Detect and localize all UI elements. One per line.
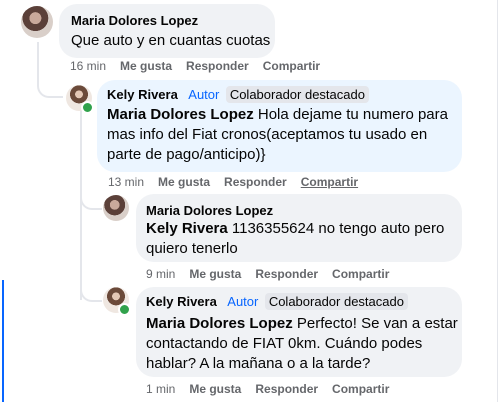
- comment-time[interactable]: 13 min: [108, 175, 144, 189]
- comment-author[interactable]: Kely Rivera: [146, 294, 217, 309]
- thread-curve-2: [80, 196, 102, 210]
- comment-text-line: contactando de FIAT 0km. Cuándo podes: [146, 335, 423, 352]
- reply-button[interactable]: Responder: [224, 175, 287, 189]
- comment-author[interactable]: Maria Dolores Lopez: [146, 203, 273, 218]
- mention-link[interactable]: Maria Dolores Lopez: [146, 315, 293, 332]
- reply-button[interactable]: Responder: [186, 59, 249, 73]
- online-status-indicator: [118, 303, 131, 316]
- comment-text-line: Perfecto! Se van a estar: [292, 315, 458, 332]
- comment-text-line: mas info del Fiat cronos(aceptamos tu us…: [107, 126, 428, 143]
- online-status-indicator: [81, 101, 94, 114]
- comment-text-line: Hola dejame tu numero para: [253, 106, 448, 123]
- comment-actions: 13 min Me gusta Responder Compartir: [108, 175, 358, 189]
- author-tag: Autor: [188, 87, 220, 102]
- comment-time[interactable]: 16 min: [70, 59, 106, 73]
- comment-text: Kely Rivera 1136355624 no tengo auto per…: [146, 219, 444, 259]
- top-contributor-badge: Colaborador destacado: [264, 293, 408, 310]
- like-button[interactable]: Me gusta: [189, 382, 241, 396]
- comment-text-line: hablar? A la mañana o a la tarde?: [146, 355, 371, 372]
- like-button[interactable]: Me gusta: [189, 267, 241, 281]
- thread-line-main: [37, 42, 39, 86]
- author-tag: Autor: [227, 294, 259, 309]
- thread-curve-1: [37, 84, 63, 98]
- like-button[interactable]: Me gusta: [120, 59, 172, 73]
- comment-author[interactable]: Kely Rivera: [107, 87, 178, 102]
- mention-link[interactable]: Maria Dolores Lopez: [107, 106, 254, 123]
- comment-text-line: quiero tenerlo: [146, 240, 238, 257]
- avatar[interactable]: [103, 195, 129, 221]
- comment-header: Kely Rivera Autor Colaborador destacado: [146, 293, 408, 311]
- comment-text: Que auto y en cuantas cuotas: [71, 32, 271, 49]
- share-button[interactable]: Compartir: [332, 382, 389, 396]
- avatar[interactable]: [21, 6, 53, 38]
- share-button[interactable]: Compartir: [332, 267, 389, 281]
- comment-bubble: Kely Rivera Autor Colaborador destacado …: [136, 287, 462, 377]
- comment-actions: 9 min Me gusta Responder Compartir: [146, 267, 389, 281]
- mention-link[interactable]: Kely Rivera: [146, 220, 228, 237]
- comment-text-line: 1136355624 no tengo auto pero: [227, 220, 445, 237]
- comment-bubble: Kely Rivera Autor Colaborador destacado …: [97, 80, 462, 172]
- share-button[interactable]: Compartir: [263, 59, 320, 73]
- comment-text-line: parte de pago/anticipo)}: [107, 146, 266, 163]
- comment-bubble: Maria Dolores Lopez Kely Rivera 11363556…: [136, 194, 462, 262]
- comment-bubble: Maria Dolores Lopez Que auto y en cuanta…: [59, 4, 275, 58]
- comment-header: Kely Rivera Autor Colaborador destacado: [107, 86, 369, 104]
- scrollbar[interactable]: [2, 280, 4, 402]
- comment-text: Maria Dolores Lopez Hola dejame tu numer…: [107, 105, 448, 165]
- panel-divider: [497, 0, 498, 402]
- reply-button[interactable]: Responder: [255, 382, 318, 396]
- share-button[interactable]: Compartir: [301, 175, 358, 189]
- comment-actions: 16 min Me gusta Responder Compartir: [70, 59, 320, 73]
- like-button[interactable]: Me gusta: [158, 175, 210, 189]
- comment-text: Maria Dolores Lopez Perfecto! Se van a e…: [146, 314, 458, 374]
- comment-time[interactable]: 1 min: [146, 382, 175, 396]
- top-contributor-badge: Colaborador destacado: [225, 86, 369, 103]
- comment-actions: 1 min Me gusta Responder Compartir: [146, 382, 389, 396]
- comment-time[interactable]: 9 min: [146, 267, 175, 281]
- reply-button[interactable]: Responder: [255, 267, 318, 281]
- comment-author[interactable]: Maria Dolores Lopez: [71, 13, 198, 28]
- thread-curve-3: [80, 288, 102, 302]
